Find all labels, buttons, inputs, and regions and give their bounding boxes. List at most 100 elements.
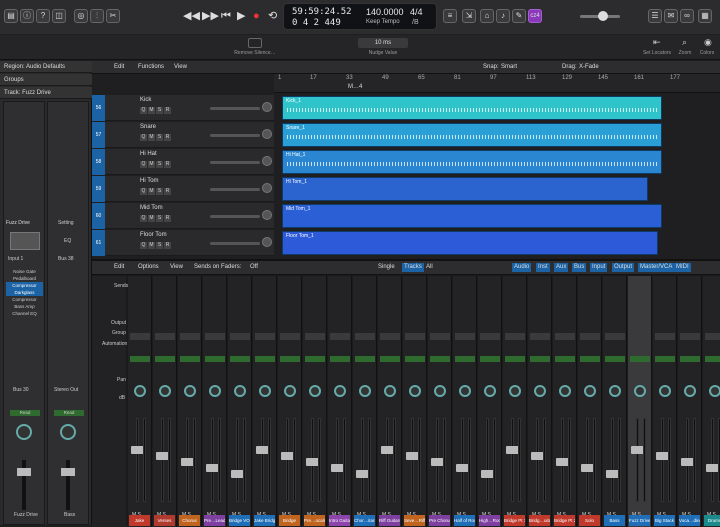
automation-mode[interactable]	[580, 356, 600, 362]
output-slot[interactable]	[305, 333, 325, 340]
track-pan-knob[interactable]	[262, 210, 272, 220]
play-icon[interactable]: ▶	[237, 11, 245, 22]
channel-name[interactable]: Chor…itars	[354, 515, 375, 526]
mixer-edit-menu[interactable]: Edit	[114, 263, 124, 272]
effect-slot[interactable]: Compressor	[6, 282, 43, 289]
pan-knob[interactable]	[409, 385, 421, 397]
track-pan-knob[interactable]	[262, 183, 272, 193]
bus-send-right[interactable]: Bus 38	[58, 256, 74, 262]
channel-name[interactable]: Bridge VOX	[229, 515, 250, 526]
pan-knob[interactable]	[484, 385, 496, 397]
channel-name[interactable]: Fuzz Drive	[629, 515, 650, 526]
effect-slot[interactable]: Pedalboard	[6, 275, 43, 282]
colors-icon[interactable]: ◉	[704, 37, 712, 48]
automation-mode[interactable]	[655, 356, 675, 362]
marker-label[interactable]: M…4	[348, 84, 362, 90]
fader-cap-left[interactable]	[17, 468, 31, 476]
channel-strip[interactable]: M SJake	[128, 276, 152, 527]
region-header[interactable]: Region: Audio Defaults	[0, 61, 92, 73]
channel-name[interactable]: Verses	[154, 515, 175, 526]
quick-help-icon[interactable]: ?	[36, 9, 50, 23]
pan-knob[interactable]	[509, 385, 521, 397]
channel-strip[interactable]: M SPre…Lead	[203, 276, 227, 527]
eq-label-right[interactable]: EQ	[64, 238, 71, 244]
output-slot[interactable]	[180, 333, 200, 340]
automation-mode[interactable]	[355, 356, 375, 362]
channel-strip[interactable]: M SJake Bridge	[253, 276, 277, 527]
track-header-row[interactable]: 59 Hi Tom Q M S R	[92, 176, 274, 202]
track-volume-slider[interactable]	[210, 134, 260, 137]
output-slot[interactable]	[455, 333, 475, 340]
effect-slot[interactable]: Darkglass	[6, 289, 43, 296]
pan-knob[interactable]	[234, 385, 246, 397]
channel-strip[interactable]: M SChorus	[178, 276, 202, 527]
pan-knob[interactable]	[584, 385, 596, 397]
audio-region[interactable]: Hi Hat_1	[282, 150, 662, 174]
automation-mode[interactable]	[680, 356, 700, 362]
view-tracks[interactable]: Tracks	[402, 263, 424, 272]
output-slot[interactable]	[255, 333, 275, 340]
audio-region[interactable]: Snare_1	[282, 123, 662, 147]
groups-header[interactable]: Groups	[0, 74, 92, 86]
record-icon[interactable]: ●	[253, 11, 260, 22]
track-volume-slider[interactable]	[210, 161, 260, 164]
effect-slot[interactable]: Channel EQ	[6, 310, 43, 317]
automation-mode[interactable]	[430, 356, 450, 362]
pan-knob[interactable]	[634, 385, 646, 397]
track-buttons[interactable]: QMSR	[140, 242, 172, 249]
automation-mode[interactable]	[705, 356, 720, 362]
track-header-row[interactable]: 56 Kick Q M S R	[92, 95, 274, 121]
automation-mode[interactable]	[155, 356, 175, 362]
tuner-icon[interactable]: ♪	[496, 9, 510, 23]
channel-name[interactable]: Jake Bridge	[254, 515, 275, 526]
track-pan-knob[interactable]	[262, 129, 272, 139]
track-buttons[interactable]: QMSR	[140, 188, 172, 195]
count-in-badge[interactable]: cz4	[528, 9, 542, 23]
audio-region[interactable]: Hi Tom_1	[282, 177, 648, 201]
effect-slot[interactable]: Bass Amp	[6, 303, 43, 310]
channel-name[interactable]: Bass	[604, 515, 625, 526]
zoom-icon[interactable]: ⌕	[682, 37, 687, 48]
editors-icon[interactable]: ✂	[106, 9, 120, 23]
channel-strip[interactable]: M SVoca…ding	[678, 276, 702, 527]
channel-strip[interactable]: M SBig Stack	[653, 276, 677, 527]
smart-controls-icon[interactable]: ◎	[74, 9, 88, 23]
channel-name[interactable]: Jake	[129, 515, 150, 526]
fader-cap-right[interactable]	[61, 468, 75, 476]
cycle-icon[interactable]: ⟲	[268, 11, 277, 22]
list-icon[interactable]: ☰	[648, 9, 662, 23]
lcd-display[interactable]: 59:59:24.52 0 4 2 449 140.0000 Keep Temp…	[283, 3, 437, 30]
pan-knob[interactable]	[284, 385, 296, 397]
audio-region[interactable]: Mid Tom_1	[282, 204, 662, 228]
channel-name[interactable]: Riff Guitars	[379, 515, 400, 526]
automation-mode[interactable]	[605, 356, 625, 362]
output-slot[interactable]	[580, 333, 600, 340]
filter-master-vca[interactable]: Master/VCA	[638, 263, 675, 272]
track-volume-slider[interactable]	[210, 188, 260, 191]
automation-mode[interactable]	[455, 356, 475, 362]
track-header-row[interactable]: 61 Floor Tom Q M S R	[92, 230, 274, 256]
channel-name[interactable]: Pre…Lead	[204, 515, 225, 526]
rewind-icon[interactable]: ◀◀	[183, 11, 200, 22]
output-slot[interactable]	[605, 333, 625, 340]
channel-name[interactable]: Pre Chorus	[429, 515, 450, 526]
output-slot[interactable]	[680, 333, 700, 340]
go-to-start-icon[interactable]: ⏮	[221, 11, 231, 22]
automation-mode[interactable]	[330, 356, 350, 362]
replace-icon[interactable]: ⇲	[462, 9, 476, 23]
eq-thumbnail[interactable]	[10, 232, 40, 250]
pan-knob[interactable]	[434, 385, 446, 397]
automation-mode[interactable]	[230, 356, 250, 362]
channel-name[interactable]: Seve…Riffs	[404, 515, 425, 526]
track-buttons[interactable]: QMSR	[140, 107, 172, 114]
output-slot[interactable]	[430, 333, 450, 340]
pan-knob[interactable]	[559, 385, 571, 397]
output-slot[interactable]	[380, 333, 400, 340]
channel-name[interactable]: Pre…ocals	[304, 515, 325, 526]
track-pan-knob[interactable]	[262, 102, 272, 112]
channel-strip[interactable]: M SDrums	[703, 276, 720, 527]
drag-select[interactable]: X-Fade	[579, 63, 599, 72]
toolbar-icon[interactable]: ◫	[52, 9, 66, 23]
channel-strip[interactable]: M SSeve…Riffs	[403, 276, 427, 527]
fast-forward-icon[interactable]: ▶▶	[202, 11, 219, 22]
